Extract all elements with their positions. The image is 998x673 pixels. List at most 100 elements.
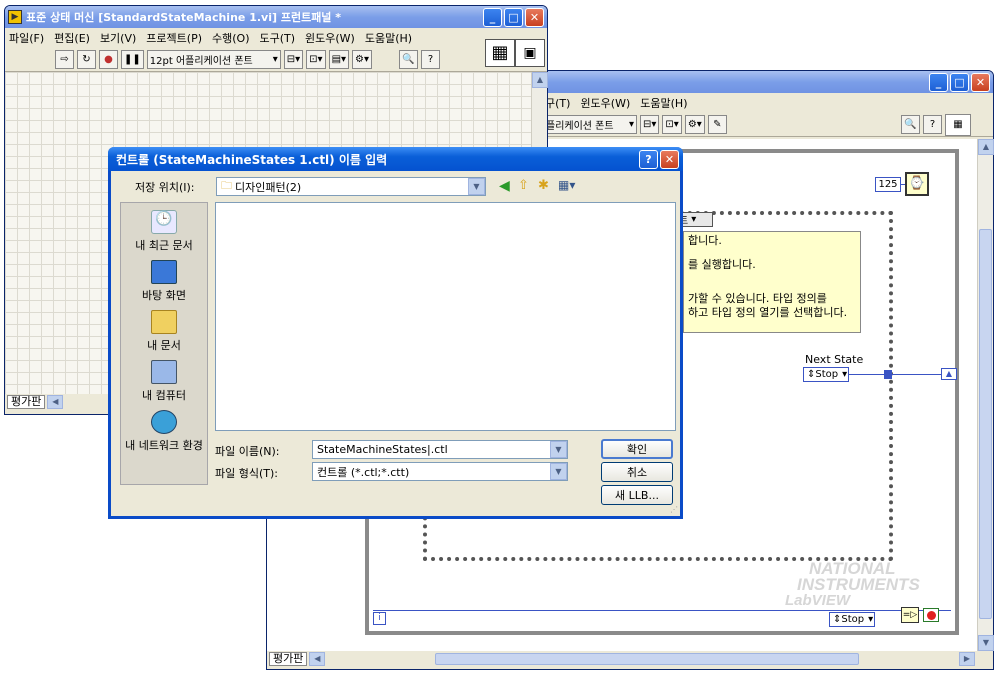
wait-timer-icon[interactable]: ⌚ bbox=[905, 172, 929, 196]
up-folder-icon[interactable]: ⇧ bbox=[518, 178, 529, 193]
abort-icon[interactable]: ● bbox=[99, 50, 118, 69]
file-type-dropdown[interactable]: 컨트롤 (*.ctl;*.ctt) ▼ bbox=[312, 462, 568, 481]
scroll-thumb[interactable] bbox=[979, 229, 992, 619]
menu-help[interactable]: 도움말(H) bbox=[365, 30, 412, 46]
close-button[interactable]: ✕ bbox=[971, 72, 990, 92]
front-panel-menubar: 파일(F) 편집(E) 보기(V) 프로젝트(P) 수행(O) 도구(T) 윈도… bbox=[5, 28, 547, 48]
menu-edit[interactable]: 편집(E) bbox=[54, 30, 90, 46]
run-arrow-icon[interactable]: ⇨ bbox=[55, 50, 74, 69]
minimize-button[interactable]: _ bbox=[929, 72, 948, 92]
new-folder-icon[interactable]: ✱ bbox=[538, 178, 549, 193]
chevron-down-icon[interactable]: ▼ bbox=[468, 178, 485, 195]
view-menu-icon[interactable]: ▦▾ bbox=[558, 178, 575, 192]
ni-watermark: NATIONAL INSTRUMENTS LabVIEW bbox=[785, 559, 920, 609]
font-dropdown[interactable]: 12pt 어플리케이션 폰트 ▾ bbox=[146, 50, 281, 69]
equal-compare-icon[interactable]: =▷ bbox=[901, 607, 919, 623]
next-state-enum[interactable]: ⇕ Stop ▾ bbox=[803, 367, 849, 382]
vi-icon: ▦ bbox=[945, 113, 971, 136]
wire bbox=[901, 184, 905, 185]
dialog-titlebar[interactable]: 컨트롤 (StateMachineStates 1.ctl) 이름 입력 ? ✕ bbox=[108, 147, 683, 171]
comment-note: 합니다. 를 실행합니다. 가할 수 있습니다. 타입 정의를 하고 타입 정의… bbox=[683, 231, 861, 333]
file-list[interactable] bbox=[215, 202, 676, 431]
cancel-button[interactable]: 취소 bbox=[601, 462, 673, 482]
dialog-title: 컨트롤 (StateMachineStates 1.ctl) 이름 입력 bbox=[116, 152, 388, 167]
menu-file[interactable]: 파일(F) bbox=[9, 30, 44, 46]
folder-icon: 🗀 bbox=[221, 179, 232, 192]
menu-window[interactable]: 윈도우(W) bbox=[580, 95, 630, 111]
run-continuously-icon[interactable]: ↻ bbox=[77, 50, 96, 69]
place-recent[interactable]: 🕒 내 최근 문서 bbox=[121, 203, 207, 253]
place-network[interactable]: 내 네트워크 환경 bbox=[121, 403, 207, 453]
chevron-down-icon: ▾ bbox=[628, 119, 634, 130]
diagram-vertical-scrollbar[interactable]: ▲ ▼ bbox=[977, 139, 994, 651]
chevron-down-icon: ▾ bbox=[842, 369, 848, 380]
scroll-left-icon[interactable]: ◀ bbox=[47, 395, 64, 409]
evaluation-label: 평가판 bbox=[7, 395, 46, 409]
case-tunnel bbox=[884, 370, 892, 379]
chevron-down-icon: ▾ bbox=[272, 54, 278, 65]
reorder-icon[interactable]: ⚙▾ bbox=[684, 115, 705, 134]
shift-register-icon: ▲ bbox=[941, 368, 957, 380]
chevron-down-icon[interactable]: ▼ bbox=[550, 441, 567, 458]
front-panel-title: 표준 상태 머신 [StandardStateMachine 1.vi] 프런트… bbox=[26, 11, 342, 24]
font-dropdown[interactable]: 플리케이션 폰트 ▾ bbox=[543, 115, 637, 134]
menu-project[interactable]: 프로젝트(P) bbox=[146, 30, 202, 46]
search-icon[interactable]: 🔍 bbox=[399, 50, 419, 69]
next-state-label: Next State bbox=[805, 353, 864, 366]
chevron-down-icon: ▾ bbox=[868, 614, 874, 625]
menu-operate[interactable]: 수행(O) bbox=[212, 30, 249, 46]
file-name-input[interactable]: StateMachineStates|.ctl ▼ bbox=[312, 440, 568, 459]
menu-tools[interactable]: 구(T) bbox=[545, 95, 570, 111]
scroll-left-icon[interactable]: ◀ bbox=[309, 652, 326, 666]
timer-constant[interactable]: 125 bbox=[875, 177, 901, 192]
help-icon[interactable]: ? bbox=[923, 115, 942, 134]
search-icon[interactable]: 🔍 bbox=[901, 115, 920, 134]
front-panel-titlebar[interactable]: ▶ 표준 상태 머신 [StandardStateMachine 1.vi] 프… bbox=[5, 6, 547, 28]
block-diagram-statusbar: 평가판 ◀ ▶ bbox=[267, 651, 993, 667]
reorder-icon[interactable]: ⚙▾ bbox=[352, 50, 373, 69]
scroll-up-icon[interactable]: ▲ bbox=[532, 72, 548, 88]
place-desktop[interactable]: 바탕 화면 bbox=[121, 253, 207, 303]
resize-grip-icon[interactable]: ⋰ bbox=[670, 505, 678, 514]
align-objects-icon[interactable]: ⊟▾ bbox=[640, 115, 660, 134]
cleanup-diagram-icon[interactable]: ✎ bbox=[707, 115, 727, 134]
maximize-button[interactable]: □ bbox=[950, 72, 969, 92]
save-in-dropdown[interactable]: 🗀 디자인패턴(2) ▼ bbox=[216, 177, 486, 196]
save-control-dialog: 컨트롤 (StateMachineStates 1.ctl) 이름 입력 ? ✕… bbox=[108, 147, 683, 519]
maximize-button[interactable]: □ bbox=[504, 7, 523, 27]
ok-button[interactable]: 확인 bbox=[601, 439, 673, 459]
close-button[interactable]: ✕ bbox=[660, 149, 679, 169]
my-documents-icon bbox=[151, 310, 177, 334]
stop-condition-icon[interactable] bbox=[923, 608, 939, 622]
places-bar: 🕒 내 최근 문서 바탕 화면 내 문서 내 컴퓨터 내 네트워크 환경 bbox=[120, 202, 208, 485]
close-button[interactable]: ✕ bbox=[525, 7, 544, 27]
file-type-label: 파일 형식(T): bbox=[215, 467, 278, 480]
stop-enum[interactable]: ⇕ Stop ▾ bbox=[829, 612, 875, 627]
place-my-computer[interactable]: 내 컴퓨터 bbox=[121, 353, 207, 403]
help-button[interactable]: ? bbox=[639, 149, 658, 169]
resize-objects-icon[interactable]: ▤▾ bbox=[328, 50, 350, 69]
horizontal-scroll-thumb[interactable] bbox=[435, 653, 859, 665]
menu-help[interactable]: 도움말(H) bbox=[640, 95, 687, 111]
distribute-objects-icon[interactable]: ⊡▾ bbox=[306, 50, 326, 69]
stop-dot-icon bbox=[926, 610, 936, 620]
scroll-right-icon[interactable]: ▶ bbox=[959, 652, 975, 666]
align-objects-icon[interactable]: ⊟▾ bbox=[283, 50, 304, 69]
menu-window[interactable]: 윈도우(W) bbox=[305, 30, 355, 46]
help-icon[interactable]: ? bbox=[421, 50, 441, 69]
new-llb-button[interactable]: 새 LLB... bbox=[601, 485, 673, 505]
iteration-terminal[interactable]: i bbox=[373, 612, 386, 625]
distribute-objects-icon[interactable]: ⊡▾ bbox=[662, 115, 682, 134]
minimize-button[interactable]: _ bbox=[483, 7, 502, 27]
menu-view[interactable]: 보기(V) bbox=[100, 30, 136, 46]
chevron-down-icon[interactable]: ▼ bbox=[550, 463, 567, 480]
menu-tools[interactable]: 도구(T) bbox=[259, 30, 295, 46]
back-icon[interactable]: ◀ bbox=[499, 178, 510, 194]
recent-documents-icon: 🕒 bbox=[151, 210, 177, 234]
scroll-up-icon[interactable]: ▲ bbox=[978, 139, 994, 155]
save-in-label: 저장 위치(I): bbox=[135, 181, 195, 194]
place-my-documents[interactable]: 내 문서 bbox=[121, 303, 207, 353]
wire bbox=[373, 610, 951, 611]
scroll-down-icon[interactable]: ▼ bbox=[978, 635, 994, 651]
pause-icon[interactable]: ❚❚ bbox=[121, 50, 144, 69]
